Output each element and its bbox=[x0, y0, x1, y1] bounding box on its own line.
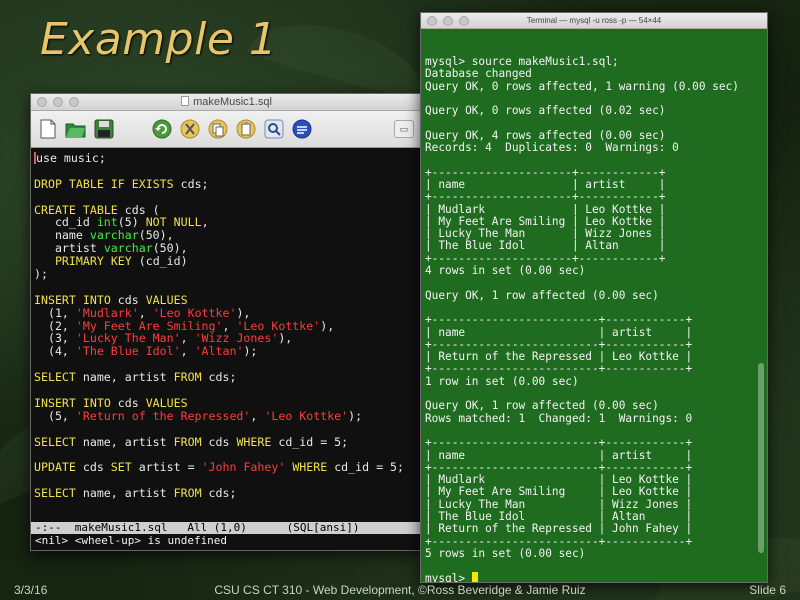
terminal-titlebar: Terminal — mysql -u ross -p — 54×44 bbox=[421, 13, 767, 29]
code-line: use music; bbox=[34, 151, 106, 165]
terminal-line: 5 rows in set (0.00 sec) bbox=[425, 546, 586, 560]
code-line: ); bbox=[34, 267, 48, 282]
emacs-minibuffer: <nil> <wheel-up> is undefined bbox=[35, 534, 228, 547]
slide-footer: 3/3/16 CSU CS CT 310 - Web Development, … bbox=[0, 580, 800, 600]
save-icon[interactable] bbox=[93, 118, 115, 140]
code-line: SELECT name, artist FROM cds WHERE cd_id… bbox=[34, 434, 349, 449]
new-file-icon[interactable] bbox=[37, 118, 59, 140]
terminal-line: Database changed bbox=[425, 67, 532, 81]
minimize-button[interactable] bbox=[443, 16, 453, 26]
terminal-scrollbar[interactable] bbox=[757, 33, 765, 563]
copy-icon[interactable] bbox=[207, 118, 229, 140]
terminal-line: +-------------------------+------------+ bbox=[425, 436, 693, 450]
emacs-modeline: -:-- makeMusic1.sql All (1,0) (SQL[ansi]… bbox=[31, 522, 422, 534]
terminal-line: Query OK, 1 row affected (0.00 sec) bbox=[425, 399, 659, 413]
code-line: (4, 'The Blue Idol', 'Altan'); bbox=[34, 344, 258, 359]
terminal-output[interactable]: mysql> source makeMusic1.sql; Database ch… bbox=[421, 29, 767, 582]
terminal-line: 1 row in set (0.00 sec) bbox=[425, 374, 579, 388]
terminal-window-title: Terminal — mysql -u ross -p — 54×44 bbox=[526, 16, 662, 25]
terminal-line: | name | artist | bbox=[425, 325, 693, 339]
terminal-line: Query OK, 0 rows affected (0.02 sec) bbox=[425, 104, 666, 118]
terminal-line: Records: 4 Duplicates: 0 Warnings: 0 bbox=[425, 141, 679, 155]
window-controls bbox=[37, 97, 79, 107]
terminal-line: | My Feet Are Smiling | Leo Kottke | bbox=[425, 485, 693, 499]
scrollbar-thumb[interactable] bbox=[758, 363, 764, 553]
terminal-line: | name | artist | bbox=[425, 448, 693, 462]
code-line: DROP TABLE IF EXISTS cds; bbox=[34, 176, 209, 191]
zoom-button[interactable] bbox=[459, 16, 469, 26]
sql-editor[interactable]: use music; DROP TABLE IF EXISTS cds; CREAT… bbox=[31, 148, 422, 522]
open-folder-icon[interactable] bbox=[65, 118, 87, 140]
code-line: SELECT name, artist FROM cds; bbox=[34, 370, 237, 385]
paste-icon[interactable] bbox=[235, 118, 257, 140]
close-button[interactable] bbox=[37, 97, 47, 107]
terminal-line: +---------------------+------------+ bbox=[425, 190, 666, 204]
terminal-line: +-------------------------+------------+ bbox=[425, 362, 693, 376]
emacs-toolbar: ▭ bbox=[31, 111, 422, 148]
terminal-line: | Return of the Repressed | John Fahey | bbox=[425, 522, 693, 536]
emacs-titlebar: makeMusic1.sql bbox=[31, 94, 422, 111]
terminal-line: | The Blue Idol | Altan | bbox=[425, 239, 666, 253]
code-line: UPDATE cds SET artist = 'John Fahey' WHE… bbox=[34, 460, 404, 475]
window-controls bbox=[427, 16, 469, 26]
terminal-line: | Mudlark | Leo Kottke | bbox=[425, 202, 666, 216]
code-line: SELECT name, artist FROM cds; bbox=[34, 486, 237, 501]
terminal-line: Rows matched: 1 Changed: 1 Warnings: 0 bbox=[425, 411, 693, 425]
minimize-button[interactable] bbox=[53, 97, 63, 107]
slide-credit: CSU CS CT 310 - Web Development, ©Ross B… bbox=[214, 583, 586, 597]
emacs-window: makeMusic1.sql ▭ use music; DROP TABLE I… bbox=[30, 93, 423, 551]
terminal-line: Query OK, 1 row affected (0.00 sec) bbox=[425, 288, 659, 302]
cut-icon[interactable] bbox=[179, 118, 201, 140]
slide-number: Slide 6 bbox=[749, 583, 786, 597]
emacs-window-title: makeMusic1.sql bbox=[193, 96, 272, 108]
terminal-line: Query OK, 0 rows affected, 1 warning (0.… bbox=[425, 79, 739, 93]
preferences-icon[interactable] bbox=[291, 118, 313, 140]
info-icon[interactable]: ▭ bbox=[394, 120, 414, 138]
search-icon[interactable] bbox=[263, 118, 285, 140]
code-line: (5, 'Return of the Repressed', 'Leo Kott… bbox=[34, 408, 363, 423]
code-line: PRIMARY KEY (cd_id) bbox=[54, 254, 188, 269]
document-icon bbox=[181, 96, 190, 106]
slide-title: Example 1 bbox=[40, 14, 278, 65]
close-button[interactable] bbox=[427, 16, 437, 26]
terminal-line: +-------------------------+------------+ bbox=[425, 313, 693, 327]
undo-icon[interactable] bbox=[151, 118, 173, 140]
terminal-window: Terminal — mysql -u ross -p — 54×44 mysq… bbox=[420, 12, 768, 583]
zoom-button[interactable] bbox=[69, 97, 79, 107]
terminal-line: 4 rows in set (0.00 sec) bbox=[425, 264, 586, 278]
